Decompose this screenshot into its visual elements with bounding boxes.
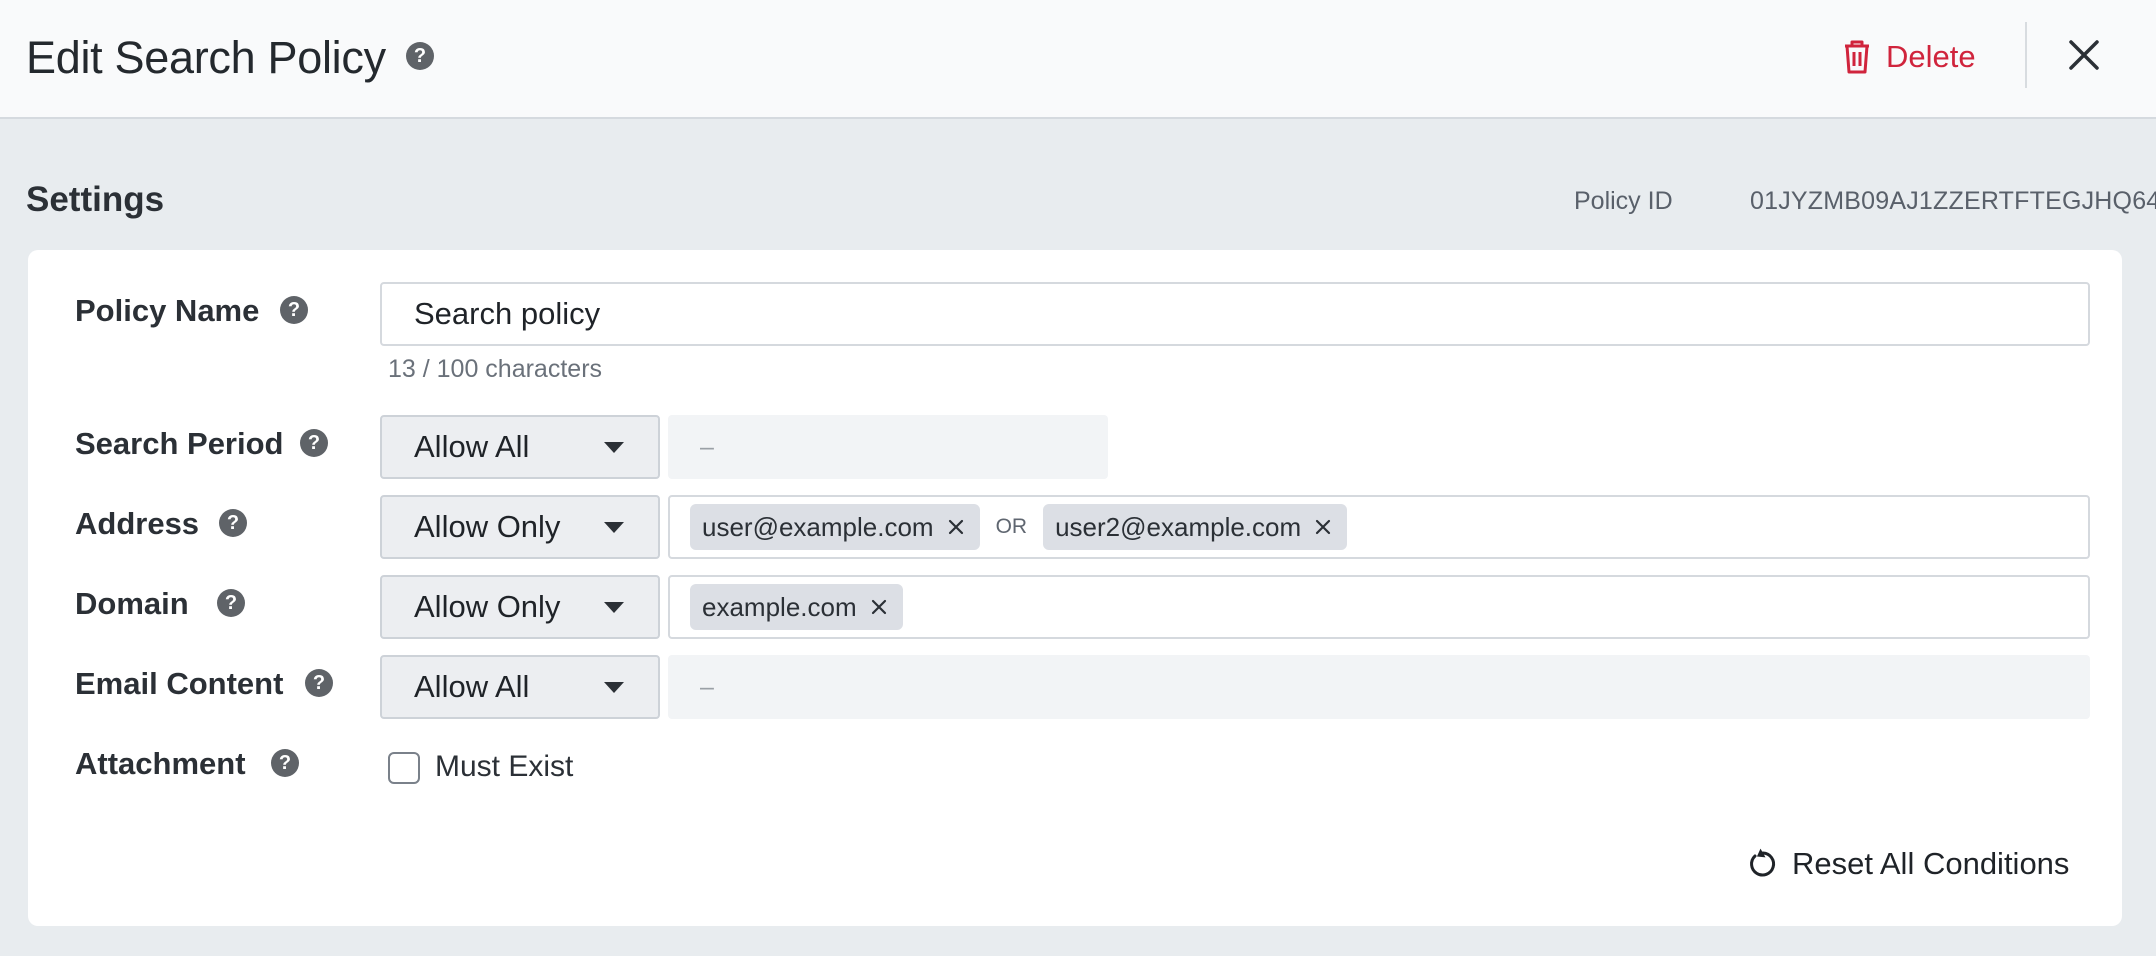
chip-label: user2@example.com <box>1055 511 1302 542</box>
email-content-select[interactable]: Allow All <box>380 655 660 719</box>
reset-all-conditions-button[interactable]: Reset All Conditions <box>1746 843 2069 885</box>
email-content-value: – <box>668 655 2090 719</box>
domain-select[interactable]: Allow Only <box>380 575 660 639</box>
question-circle-icon[interactable]: ? <box>217 589 245 617</box>
delete-button[interactable]: Delete <box>1842 34 1976 80</box>
policy-name-label: Policy Name <box>75 293 260 328</box>
chip-label: example.com <box>702 591 857 622</box>
address-chip: user2@example.com <box>1043 504 1348 550</box>
or-separator: OR <box>995 515 1028 538</box>
must-exist-label[interactable]: Must Exist <box>435 750 573 784</box>
search-period-label: Search Period <box>75 426 284 461</box>
remove-chip-icon[interactable] <box>1315 519 1331 535</box>
reset-icon <box>1750 848 1776 877</box>
question-circle-icon[interactable]: ? <box>305 669 333 697</box>
address-chip: user@example.com <box>690 504 980 550</box>
policy-id-value: 01JYZMB09AJ1ZZERTFTEGJHQ64 <box>1750 187 2156 215</box>
search-period-select[interactable]: Allow All <box>380 415 660 479</box>
question-circle-icon[interactable]: ? <box>219 509 247 537</box>
close-button[interactable] <box>2064 30 2104 80</box>
domain-chip: example.com <box>690 584 903 630</box>
search-period-select-value: Allow All <box>414 429 530 464</box>
chevron-down-icon <box>604 521 624 533</box>
trash-icon <box>1845 40 1869 74</box>
chip-label: user@example.com <box>702 511 934 542</box>
question-circle-icon[interactable]: ? <box>406 42 434 70</box>
policy-name-input[interactable]: Search policy <box>380 282 2090 346</box>
char-count: 13 / 100 characters <box>388 355 603 383</box>
dialog-header: Edit Search Policy ? Delete <box>0 0 2156 119</box>
address-select[interactable]: Allow Only <box>380 495 660 559</box>
domain-label: Domain <box>75 586 189 621</box>
settings-title: Settings <box>26 180 165 219</box>
address-select-value: Allow Only <box>414 509 561 544</box>
chevron-down-icon <box>604 681 624 693</box>
chevron-down-icon <box>604 441 624 453</box>
question-circle-icon[interactable]: ? <box>271 749 299 777</box>
domain-value-box[interactable]: example.com <box>668 575 2090 639</box>
delete-label: Delete <box>1886 39 1976 74</box>
address-label: Address <box>75 506 200 541</box>
attachment-label: Attachment <box>75 746 246 781</box>
question-circle-icon[interactable]: ? <box>280 296 308 324</box>
header-divider <box>2025 22 2027 88</box>
must-exist-checkbox[interactable] <box>388 752 420 784</box>
remove-chip-icon[interactable] <box>948 519 964 535</box>
close-icon <box>2069 40 2099 70</box>
search-period-value: – <box>668 415 1108 479</box>
policy-id-label: Policy ID <box>1574 187 1673 215</box>
reset-label: Reset All Conditions <box>1792 846 2070 881</box>
question-circle-icon[interactable]: ? <box>300 429 328 457</box>
domain-select-value: Allow Only <box>414 589 561 624</box>
email-content-label: Email Content <box>75 666 284 701</box>
page-title: Edit Search Policy <box>26 32 386 83</box>
email-content-select-value: Allow All <box>414 669 530 704</box>
chevron-down-icon <box>604 601 624 613</box>
address-value-box[interactable]: user@example.com OR user2@example.com <box>668 495 2090 559</box>
remove-chip-icon[interactable] <box>871 599 887 615</box>
